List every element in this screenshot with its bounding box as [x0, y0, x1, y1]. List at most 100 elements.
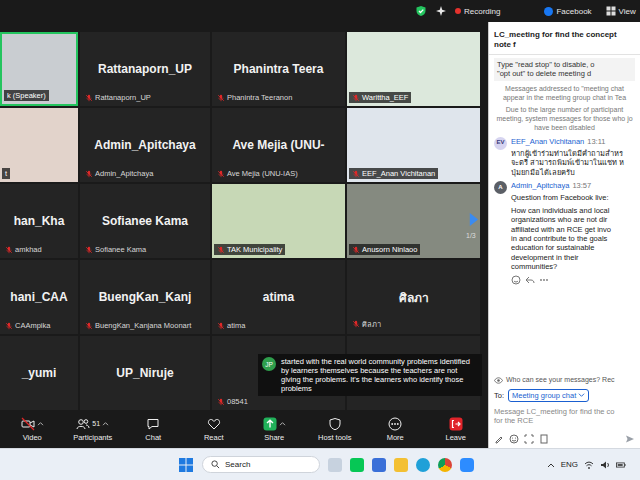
screenshot-icon[interactable]: [524, 434, 534, 444]
toolbar-button[interactable]: Share: [252, 417, 296, 442]
chat-panel: LC_meeting for find the concept note f T…: [488, 22, 640, 448]
recording-indicator[interactable]: Recording: [455, 7, 500, 16]
reply-icon[interactable]: [525, 275, 535, 285]
muted-mic-icon: [5, 246, 13, 254]
participant-label: CAAmpika: [2, 320, 53, 331]
muted-mic-icon: [217, 322, 225, 330]
participant-label: Anusorn Ninlaoo: [349, 244, 420, 255]
caret-up-icon[interactable]: [279, 421, 286, 426]
toolbar-button[interactable]: More: [373, 417, 417, 442]
wifi-icon[interactable]: [584, 460, 594, 470]
attach-file-icon[interactable]: [539, 434, 549, 444]
edge-icon[interactable]: [416, 458, 430, 472]
muted-mic-icon: [352, 170, 360, 178]
taskbar-search[interactable]: Search: [202, 456, 320, 473]
muted-mic-icon: [85, 246, 93, 254]
participant-tile[interactable]: _yumi: [0, 336, 78, 410]
view-button[interactable]: View: [606, 6, 636, 16]
facebook-icon: [544, 7, 553, 16]
recipient-dropdown[interactable]: Meeting group chat: [508, 389, 589, 402]
toolbar-button[interactable]: Leave: [434, 417, 478, 442]
share-screen-icon: [263, 417, 277, 431]
participant-name: BuengKan_Kanj: [95, 290, 196, 304]
participant-name: UP_Niruje: [112, 366, 177, 380]
file-explorer-icon[interactable]: [394, 458, 408, 472]
next-page-icon[interactable]: [468, 212, 479, 227]
caret-up-icon[interactable]: [102, 421, 109, 426]
emoji-reaction-icon[interactable]: [511, 275, 521, 285]
toolbar-button[interactable]: 51 Participants: [71, 417, 115, 442]
toolbar-button[interactable]: Video: [10, 417, 54, 442]
participant-tile[interactable]: ศิลภา ศิลภา: [347, 260, 480, 334]
participant-tile[interactable]: han_Kha amkhad: [0, 184, 78, 258]
participant-tile[interactable]: Sofianee Kama Sofianee Kama: [80, 184, 210, 258]
participant-name: _yumi: [18, 366, 61, 380]
participant-tile[interactable]: Warittha_EEF: [347, 32, 480, 106]
task-view-icon[interactable]: [328, 458, 342, 472]
recipient-row: To: Meeting group chat: [489, 387, 640, 404]
language-indicator[interactable]: ENG: [561, 460, 578, 469]
participant-tile[interactable]: Rattanaporn_UP Rattanaporn_UP: [80, 32, 210, 106]
participant-tile[interactable]: UP_Niruje: [80, 336, 210, 410]
volume-icon[interactable]: [600, 460, 610, 470]
chat-title: LC_meeting for find the concept note f: [489, 22, 640, 55]
sparkle-icon[interactable]: [435, 5, 447, 17]
sender-avatar: A: [494, 181, 507, 194]
participant-count: 51: [92, 420, 100, 427]
bot-notice: Type "read stop" to disable, o"opt out" …: [494, 58, 635, 81]
shield-icon[interactable]: [415, 5, 427, 17]
participant-label: Phanintra Teeranon: [214, 92, 295, 103]
line-app-icon[interactable]: [350, 458, 364, 472]
more-dots-icon: [388, 417, 402, 431]
message-input[interactable]: Message LC_meeting for find the cofor th…: [489, 404, 640, 432]
participant-label: EEF_Anan Vichitanan: [349, 168, 438, 179]
search-icon: [211, 460, 220, 469]
participant-label: Rattanaporn_UP: [82, 92, 154, 103]
participant-name: Admin_Apitchaya: [90, 138, 199, 152]
participant-label: TAK Municipality: [214, 244, 285, 255]
participant-tile[interactable]: k (Speaker): [0, 32, 78, 106]
taskbar: Search ENG: [0, 448, 640, 480]
page-indicator: 1/3: [466, 232, 476, 239]
participant-name: ศิลภา: [395, 288, 433, 307]
participant-name: hani_CAA: [6, 290, 71, 304]
live-stream-indicator[interactable]: Facebook: [544, 7, 591, 16]
participant-label: t: [2, 168, 10, 179]
toolbar-button[interactable]: React: [192, 417, 236, 442]
more-options-icon[interactable]: [539, 275, 549, 285]
caret-up-icon[interactable]: [37, 421, 44, 426]
windows-start-icon[interactable]: [178, 457, 194, 473]
chevron-up-icon[interactable]: [547, 462, 555, 468]
participant-tile[interactable]: hani_CAA CAAmpika: [0, 260, 78, 334]
participant-tile[interactable]: atima atima: [212, 260, 345, 334]
participant-tile[interactable]: t: [0, 108, 78, 182]
participant-label: Ave Mejia (UNU-IAS): [214, 168, 301, 179]
store-icon[interactable]: [372, 458, 386, 472]
muted-mic-icon: [217, 398, 225, 406]
participant-name: Rattanaporn_UP: [94, 62, 196, 76]
muted-mic-icon: [85, 94, 93, 102]
muted-mic-icon: [217, 170, 225, 178]
chat-message: A Admin_Apitchaya13:57 Question from Fac…: [494, 181, 635, 271]
toolbar-button[interactable]: Host tools: [313, 417, 357, 442]
zoom-icon[interactable]: [460, 458, 474, 472]
privacy-notice[interactable]: Who can see your messages? Rec: [489, 374, 640, 387]
participant-label: BuengKan_Kanjana Moonart: [82, 320, 194, 331]
toolbar-button[interactable]: Chat: [131, 417, 175, 442]
emoji-icon[interactable]: [509, 434, 519, 444]
battery-icon[interactable]: [616, 460, 626, 470]
send-icon[interactable]: [625, 434, 635, 444]
participant-tile[interactable]: BuengKan_Kanj BuengKan_Kanjana Moonart: [80, 260, 210, 334]
gallery: k (Speaker)Rattanaporn_UP Rattanaporn_UP…: [0, 22, 488, 410]
participant-tile[interactable]: EEF_Anan Vichitanan: [347, 108, 480, 182]
participant-tile[interactable]: Ave Mejia (UNU- Ave Mejia (UNU-IAS): [212, 108, 345, 182]
participant-tile[interactable]: Phanintra Teera Phanintra Teeranon: [212, 32, 345, 106]
participant-tile[interactable]: Anusorn Ninlaoo: [347, 184, 480, 258]
system-tray: ENG: [547, 460, 640, 470]
chrome-icon[interactable]: [438, 458, 452, 472]
participant-tile[interactable]: Admin_Apitchaya Admin_Apitchaya: [80, 108, 210, 182]
eye-icon: [494, 376, 503, 385]
record-dot-icon: [455, 8, 461, 14]
format-pen-icon[interactable]: [494, 434, 504, 444]
participant-tile[interactable]: TAK Municipality: [212, 184, 345, 258]
